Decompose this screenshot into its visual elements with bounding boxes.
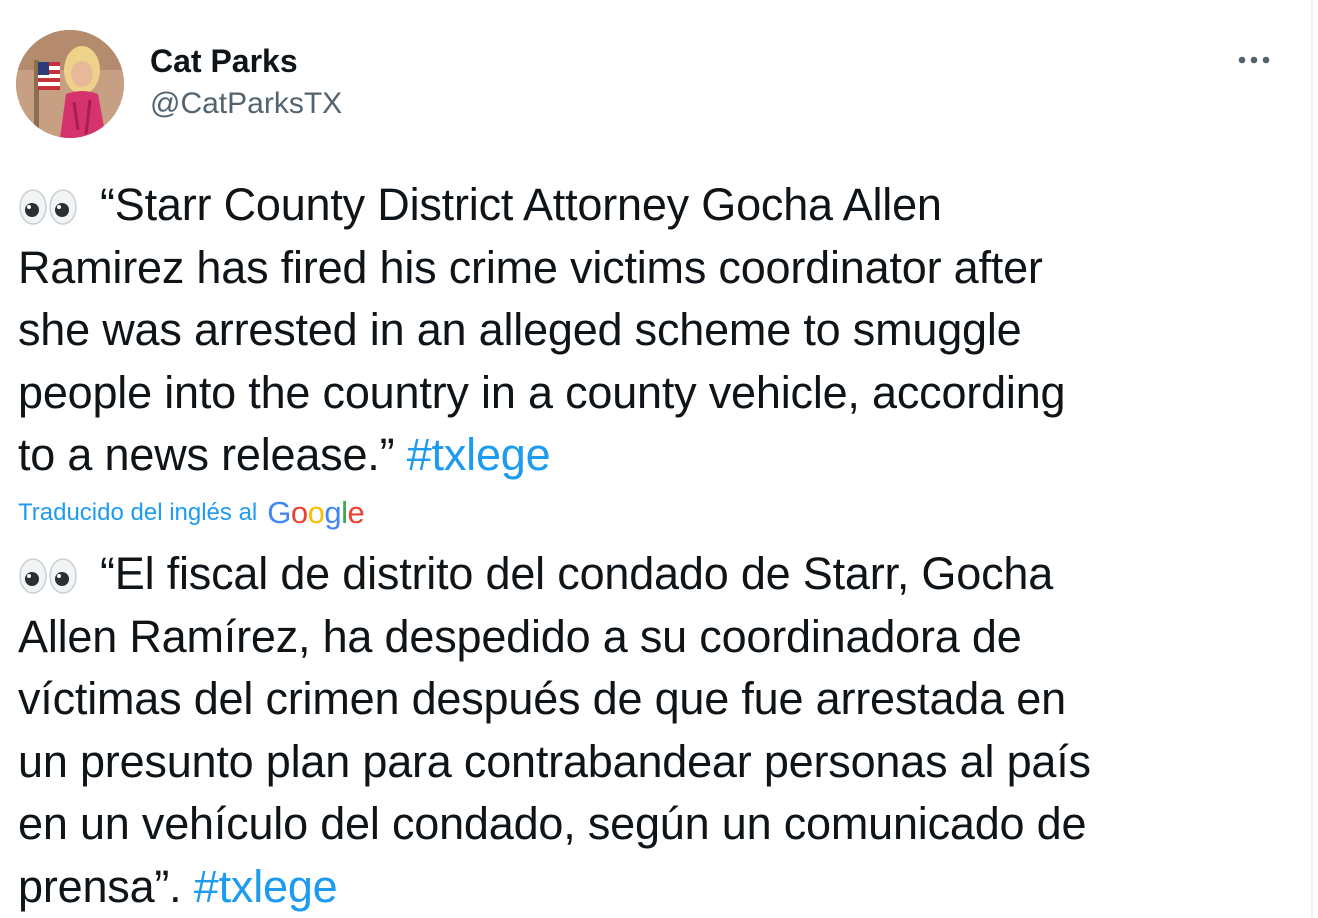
- translated-text-line: en un vehículo del condado, según un com…: [18, 798, 1087, 849]
- avatar[interactable]: [16, 30, 124, 138]
- author-name[interactable]: Cat Parks: [150, 40, 298, 82]
- tweet-text-line: she was arrested in an alleged scheme to…: [18, 304, 1022, 355]
- profile-photo: [16, 30, 124, 138]
- more-options-icon[interactable]: [1231, 42, 1277, 78]
- author-handle[interactable]: @CatParksTX: [150, 84, 342, 124]
- translated-text-line: prensa”.: [18, 860, 182, 912]
- translated-line: “El fiscal de distrito del condado de St…: [18, 543, 1268, 606]
- translated-text-line: Allen Ramírez, ha despedido a su coordin…: [18, 610, 1022, 662]
- translated-text-line: “El fiscal de distrito del condado de St…: [100, 548, 1054, 599]
- eyes-emoji-icon: [19, 189, 77, 225]
- eyes-emoji-icon: [19, 558, 77, 594]
- translation-label: Traducido del inglés al: [18, 499, 258, 526]
- translation-attribution[interactable]: Traducido del inglés al Google: [18, 494, 365, 532]
- translated-line: prensa”. #txlege: [18, 856, 1268, 918]
- tweet-text-line: people into the country in a county vehi…: [18, 366, 1066, 418]
- translated-text-line: un presunto plan para contrabandear pers…: [18, 735, 1091, 787]
- column-border: [1311, 0, 1313, 918]
- translated-text: “El fiscal de distrito del condado de St…: [18, 543, 1268, 918]
- translated-text-line: víctimas del crimen después de que fue a…: [18, 673, 1066, 724]
- tweet-text-line: to a news release.”: [18, 429, 395, 480]
- tweet-text-line: “Starr County District Attorney Gocha Al…: [100, 179, 942, 230]
- google-logo: Google: [267, 495, 365, 530]
- tweet-line: to a news release.” #txlege: [18, 424, 1268, 487]
- tweet-text-line: Ramirez has fired his crime victims coor…: [18, 241, 1043, 293]
- tweet-text: “Starr County District Attorney Gocha Al…: [18, 174, 1268, 487]
- hashtag-link[interactable]: #txlege: [194, 861, 338, 912]
- tweet-line: “Starr County District Attorney Gocha Al…: [18, 174, 1268, 237]
- hashtag-link[interactable]: #txlege: [407, 429, 551, 480]
